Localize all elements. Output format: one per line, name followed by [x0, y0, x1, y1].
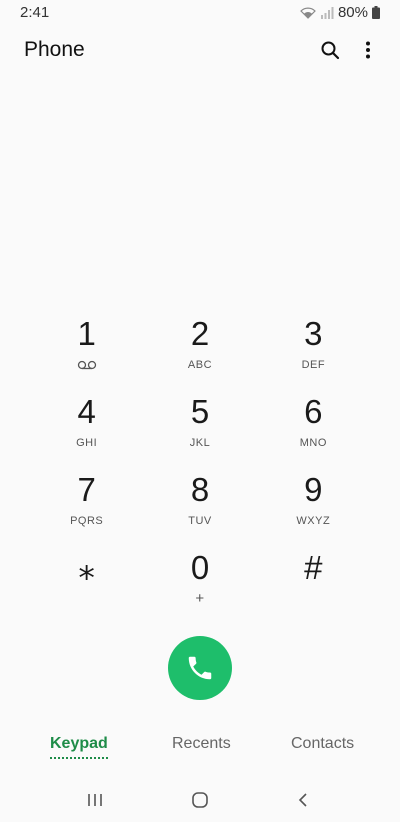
key-letters: TUV — [188, 515, 212, 527]
key-digit: 2 — [190, 315, 210, 352]
key-digit: 8 — [190, 471, 210, 508]
wifi-icon — [300, 7, 316, 19]
recent-apps-icon — [86, 792, 104, 808]
battery-level: 80% — [337, 4, 368, 21]
recent-apps-button[interactable] — [80, 788, 110, 812]
tab-label: Contacts — [291, 735, 355, 752]
home-icon — [191, 791, 209, 809]
tab-contacts[interactable]: Contacts — [291, 735, 354, 753]
key-9[interactable]: 9 WXYZ — [257, 468, 370, 546]
key-digit: 7 — [77, 471, 96, 508]
call-button[interactable] — [168, 636, 232, 700]
tab-label: Recents — [172, 735, 231, 752]
search-button[interactable] — [316, 36, 344, 64]
key-1[interactable]: 1 — [30, 312, 143, 390]
active-tab-indicator — [50, 757, 108, 759]
tab-keypad[interactable]: Keypad — [50, 735, 108, 759]
status-time: 2:41 — [20, 4, 50, 21]
key-letters: WXYZ — [296, 515, 331, 527]
key-digit: # — [304, 549, 323, 586]
key-digit: 1 — [77, 315, 96, 352]
key-digit: 6 — [304, 393, 323, 430]
key-digit: 4 — [77, 393, 96, 430]
key-3[interactable]: 3 DEF — [257, 312, 370, 390]
tab-recents[interactable]: Recents — [172, 735, 231, 753]
phone-icon — [185, 653, 215, 683]
key-digit: 9 — [304, 471, 323, 508]
battery-icon — [372, 6, 380, 19]
page-title: Phone — [24, 38, 85, 61]
key-letters: GHI — [76, 437, 98, 449]
key-digit: 5 — [190, 393, 210, 430]
back-button[interactable] — [288, 788, 318, 812]
more-options-button[interactable] — [354, 36, 382, 64]
key-4[interactable]: 4 GHI — [30, 390, 143, 468]
key-letters: ABC — [187, 359, 213, 371]
key-digit: ⁎ — [78, 549, 95, 586]
key-letters: + — [195, 590, 205, 607]
key-letters: JKL — [189, 437, 211, 449]
header-actions — [316, 36, 382, 64]
bottom-tabs: Keypad Recents Contacts — [0, 735, 400, 765]
key-7[interactable]: 7 PQRS — [30, 468, 143, 546]
search-icon — [320, 40, 340, 60]
key-8[interactable]: 8 TUV — [143, 468, 256, 546]
more-vertical-icon — [365, 41, 371, 59]
signal-icon — [320, 6, 334, 19]
key-star[interactable]: ⁎ — [30, 546, 143, 624]
key-digit: 0 — [190, 549, 210, 586]
key-0[interactable]: 0 + — [143, 546, 256, 624]
tab-label: Keypad — [50, 735, 108, 752]
key-letters: PQRS — [70, 515, 104, 527]
home-button[interactable] — [185, 788, 215, 812]
status-icons: 80% — [300, 4, 380, 21]
key-digit: 3 — [304, 315, 323, 352]
key-6[interactable]: 6 MNO — [257, 390, 370, 468]
system-nav-bar — [0, 780, 400, 820]
back-icon — [297, 792, 309, 808]
voicemail-icon — [77, 358, 97, 372]
key-letters: DEF — [301, 359, 326, 371]
key-letters: MNO — [299, 437, 327, 449]
key-5[interactable]: 5 JKL — [143, 390, 256, 468]
key-2[interactable]: 2 ABC — [143, 312, 256, 390]
status-bar: 2:41 80% — [0, 0, 400, 24]
dial-keypad: 1 2 ABC 3 DEF 4 GHI 5 JKL 6 MNO 7 PQRS 8… — [30, 312, 370, 624]
key-hash[interactable]: # — [257, 546, 370, 624]
